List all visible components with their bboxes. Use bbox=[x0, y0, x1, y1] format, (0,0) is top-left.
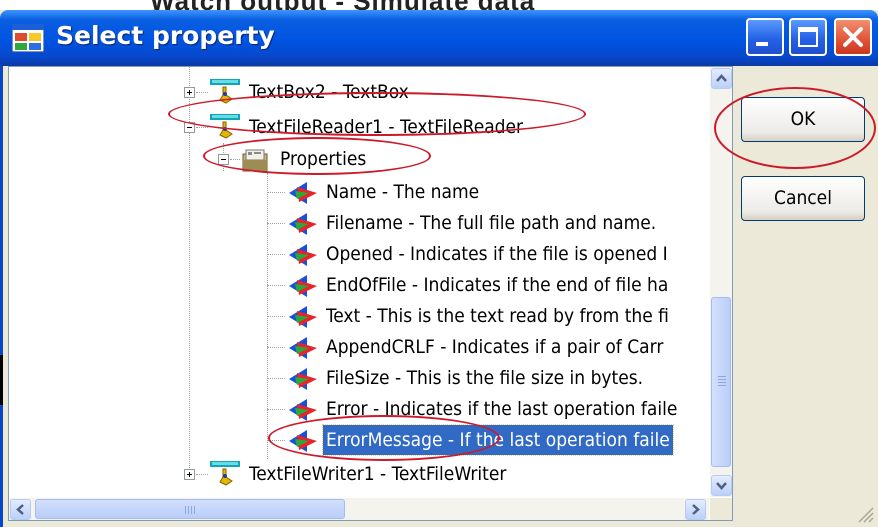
maximize-button[interactable] bbox=[789, 18, 827, 56]
property-icon bbox=[289, 182, 317, 204]
expand-toggle[interactable] bbox=[184, 469, 195, 480]
maximize-icon bbox=[798, 27, 818, 47]
property-icon bbox=[289, 399, 317, 421]
property-icon bbox=[289, 275, 317, 297]
node-label: Text - This is the text read by from the… bbox=[326, 305, 669, 327]
chevron-down-icon bbox=[716, 482, 727, 490]
background-edge bbox=[0, 355, 3, 405]
minimize-icon bbox=[756, 42, 768, 46]
chevron-up-icon bbox=[716, 74, 727, 82]
scroll-left-button[interactable] bbox=[10, 499, 31, 520]
chevron-right-icon bbox=[692, 504, 700, 515]
tree-node-textfilewriter1[interactable]: TextFileWriter1 - TextFileWriter bbox=[9, 459, 709, 489]
scrollbar-corner bbox=[710, 498, 732, 520]
window-left-border bbox=[0, 66, 3, 527]
tree-node-property[interactable]: Filename - The full file path and name. bbox=[9, 208, 709, 238]
horizontal-scrollbar[interactable] bbox=[9, 498, 709, 520]
node-label: Filename - The full file path and name. bbox=[326, 212, 657, 234]
property-icon bbox=[289, 244, 317, 266]
close-button[interactable] bbox=[834, 18, 872, 56]
minimize-button[interactable] bbox=[746, 18, 784, 56]
window-app-icon bbox=[12, 24, 44, 52]
close-icon bbox=[843, 27, 863, 47]
tree-node-property[interactable]: FileSize - This is the file size in byte… bbox=[9, 363, 709, 393]
resize-grip-icon[interactable] bbox=[854, 503, 874, 523]
scroll-right-button[interactable] bbox=[685, 499, 706, 520]
chevron-left-icon bbox=[16, 504, 24, 515]
node-label: EndOfFile - Indicates if the end of file… bbox=[326, 274, 669, 296]
annotation-oval bbox=[714, 87, 876, 169]
tree-node-property[interactable]: EndOfFile - Indicates if the end of file… bbox=[9, 270, 709, 300]
tree-node-property[interactable]: Text - This is the text read by from the… bbox=[9, 301, 709, 331]
tree-node-property[interactable]: AppendCRLF - Indicates if a pair of Carr bbox=[9, 332, 709, 362]
scroll-down-button[interactable] bbox=[711, 475, 732, 496]
node-label: FileSize - This is the file size in byte… bbox=[326, 367, 644, 389]
component-icon bbox=[210, 461, 240, 486]
node-label: TextFileWriter1 - TextFileWriter bbox=[249, 463, 507, 485]
tree-node-property[interactable]: Name - The name bbox=[9, 177, 709, 207]
node-label: Name - The name bbox=[326, 181, 480, 203]
property-icon bbox=[289, 213, 317, 235]
annotation-oval bbox=[268, 415, 500, 461]
cancel-button[interactable]: Cancel bbox=[741, 176, 865, 221]
window-title: Select property bbox=[56, 21, 275, 50]
expand-toggle[interactable] bbox=[184, 87, 195, 98]
property-icon bbox=[289, 368, 317, 390]
node-label: AppendCRLF - Indicates if a pair of Carr bbox=[326, 336, 664, 358]
annotation-oval bbox=[168, 92, 586, 136]
title-bar[interactable]: Select property bbox=[0, 10, 878, 66]
tree-node-property[interactable]: Opened - Indicates if the file is opened… bbox=[9, 239, 709, 269]
vertical-scroll-thumb[interactable] bbox=[711, 297, 731, 467]
annotation-oval bbox=[203, 137, 431, 175]
node-label: Opened - Indicates if the file is opened… bbox=[326, 243, 668, 265]
select-property-dialog: Select property TextBox2 - TextBox TextF… bbox=[0, 10, 878, 527]
property-icon bbox=[289, 337, 317, 359]
scroll-up-button[interactable] bbox=[711, 68, 732, 89]
horizontal-scroll-thumb[interactable] bbox=[35, 499, 345, 519]
property-icon bbox=[289, 306, 317, 328]
